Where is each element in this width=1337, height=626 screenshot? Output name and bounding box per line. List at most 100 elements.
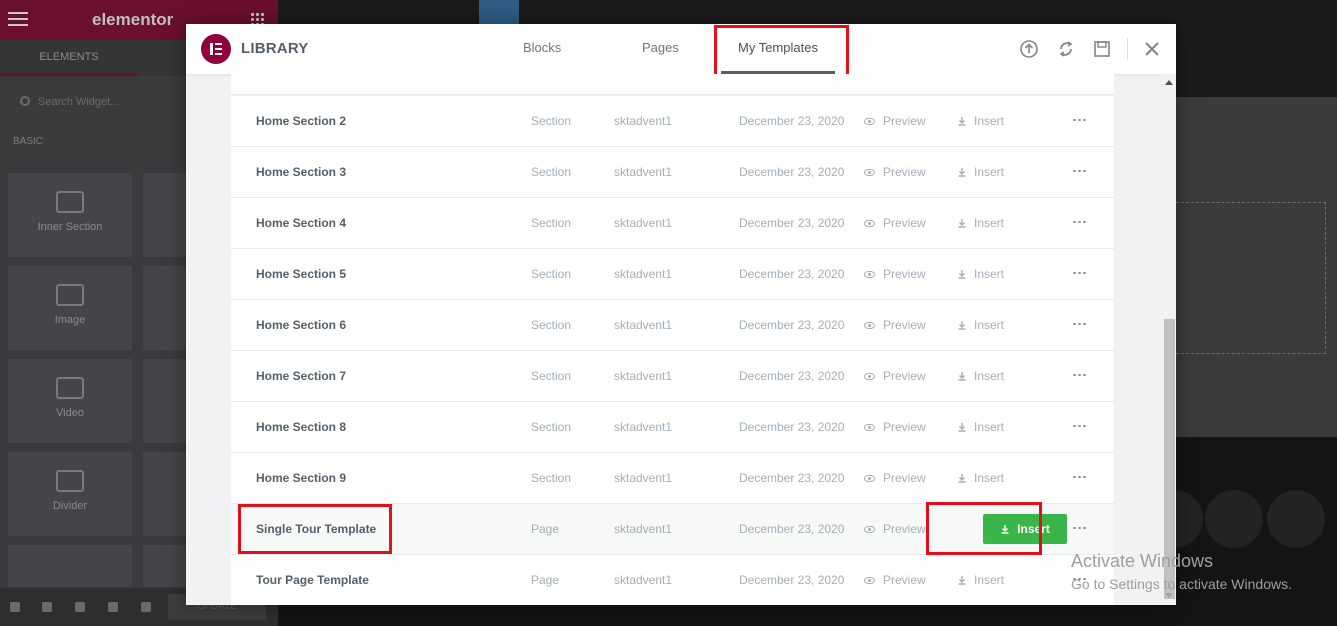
preview-button[interactable]: Preview xyxy=(864,351,926,401)
template-author: sktadvent1 xyxy=(614,114,673,128)
tab-pages[interactable]: Pages xyxy=(642,40,679,55)
widget-image[interactable]: Image xyxy=(8,266,132,350)
preview-icon[interactable] xyxy=(141,602,151,612)
insert-button[interactable]: Insert xyxy=(957,402,1004,452)
insert-button[interactable]: Insert xyxy=(957,555,1004,605)
more-options-button[interactable] xyxy=(1072,300,1088,350)
preview-button[interactable]: Preview xyxy=(864,453,926,503)
widget-divider[interactable]: Divider xyxy=(8,452,132,536)
template-row[interactable]: Home Section 2 Section sktadvent1 December … xyxy=(231,96,1114,147)
template-type: Page xyxy=(531,522,560,536)
template-name[interactable]: Tour Page Template xyxy=(256,555,369,605)
more-options-button[interactable] xyxy=(1072,402,1088,452)
responsive-icon[interactable] xyxy=(108,602,118,612)
tab-elements[interactable]: ELEMENTS xyxy=(0,40,138,76)
insert-button[interactable]: Insert xyxy=(957,96,1004,146)
save-icon[interactable] xyxy=(1091,38,1113,60)
download-icon xyxy=(958,423,966,432)
insert-button[interactable]: Insert xyxy=(957,351,1004,401)
windows-activation-watermark: Activate Windows Go to Settings to activ… xyxy=(1071,551,1292,592)
hamburger-menu-icon[interactable] xyxy=(8,12,28,28)
more-options-button[interactable] xyxy=(1072,453,1088,503)
preview-button[interactable]: Preview xyxy=(864,402,926,452)
tab-blocks[interactable]: Blocks xyxy=(523,40,561,55)
template-author: sktadvent1 xyxy=(614,318,673,332)
section-handle[interactable] xyxy=(479,0,519,26)
eye-icon xyxy=(864,169,875,176)
template-name[interactable]: Home Section 7 xyxy=(256,351,346,401)
preview-button[interactable]: Preview xyxy=(864,504,926,554)
scroll-up-arrow-icon[interactable] xyxy=(1165,80,1173,85)
preview-button[interactable]: Preview xyxy=(864,96,926,146)
insert-button[interactable]: Insert xyxy=(957,453,1004,503)
template-row[interactable]: Home Section 3 Section sktadvent1 December … xyxy=(231,147,1114,198)
template-name[interactable]: Home Section 4 xyxy=(256,198,346,248)
insert-button[interactable]: Insert xyxy=(957,300,1004,350)
close-icon[interactable] xyxy=(1141,38,1163,60)
insert-label: Insert xyxy=(974,267,1005,281)
eye-icon xyxy=(864,220,875,227)
template-name[interactable]: Home Section 5 xyxy=(256,249,346,299)
scrollbar[interactable] xyxy=(1161,74,1176,605)
preview-button[interactable]: Preview xyxy=(864,555,926,605)
more-options-button[interactable] xyxy=(1072,147,1088,197)
category-label: BASIC xyxy=(13,136,44,147)
upload-icon[interactable] xyxy=(1018,38,1040,60)
template-row[interactable]: Home Section 7 Section sktadvent1 December … xyxy=(231,351,1114,402)
download-icon xyxy=(958,117,966,126)
template-name[interactable]: Home Section 6 xyxy=(256,300,346,350)
preview-button[interactable]: Preview xyxy=(864,249,926,299)
more-options-button[interactable] xyxy=(1072,198,1088,248)
template-row[interactable]: Home Section 4 Section sktadvent1 December … xyxy=(231,198,1114,249)
download-icon xyxy=(958,219,966,228)
ellipsis-icon xyxy=(1072,118,1086,122)
template-date: December 23, 2020 xyxy=(739,216,845,230)
template-row[interactable]: Home Section 6 Section sktadvent1 December … xyxy=(231,300,1114,351)
preview-button[interactable]: Preview xyxy=(864,300,926,350)
template-date: December 23, 2020 xyxy=(739,165,845,179)
template-type: Section xyxy=(531,369,572,383)
more-options-button[interactable] xyxy=(1072,249,1088,299)
ellipsis-icon xyxy=(1072,169,1086,173)
navigator-icon[interactable] xyxy=(42,602,52,612)
search-input[interactable]: Search Widget... xyxy=(38,96,119,108)
template-name[interactable]: Home Section 9 xyxy=(256,453,346,503)
insert-button[interactable]: Insert xyxy=(957,198,1004,248)
youtube-icon[interactable] xyxy=(1205,490,1263,548)
eye-icon xyxy=(864,322,875,329)
widget-google-maps[interactable] xyxy=(8,545,132,587)
template-name[interactable]: Home Section 8 xyxy=(256,402,346,452)
ellipsis-icon xyxy=(1072,220,1086,224)
download-icon xyxy=(958,270,966,279)
insert-button[interactable]: Insert xyxy=(957,147,1004,197)
insert-button[interactable]: Insert xyxy=(957,249,1004,299)
template-row[interactable]: Home Section 9 Section sktadvent1 December … xyxy=(231,453,1114,504)
preview-button[interactable]: Preview xyxy=(864,147,926,197)
more-options-button[interactable] xyxy=(1072,96,1088,146)
more-options-button[interactable] xyxy=(1072,351,1088,401)
settings-icon[interactable] xyxy=(10,602,20,612)
template-row[interactable]: Home Section 5 Section sktadvent1 December … xyxy=(231,249,1114,300)
empty-drop-zone[interactable] xyxy=(1176,202,1326,354)
template-author: sktadvent1 xyxy=(614,420,673,434)
template-type: Section xyxy=(531,165,572,179)
template-name[interactable]: Home Section 2 xyxy=(256,96,346,146)
sync-icon[interactable] xyxy=(1055,38,1077,60)
template-name[interactable]: Home Section 3 xyxy=(256,147,346,197)
preview-button[interactable]: Preview xyxy=(864,198,926,248)
scroll-down-arrow-icon[interactable] xyxy=(1165,593,1173,598)
template-date: December 23, 2020 xyxy=(739,114,845,128)
template-date: December 23, 2020 xyxy=(739,369,845,383)
template-row[interactable]: Home Section 8 Section sktadvent1 December … xyxy=(231,402,1114,453)
widget-video[interactable]: Video xyxy=(8,359,132,443)
insert-label: Insert xyxy=(974,216,1005,230)
template-row[interactable]: Tour Page Template Page sktadvent1 December… xyxy=(231,555,1114,605)
widget-inner-section[interactable]: Inner Section xyxy=(8,173,132,257)
more-options-button[interactable] xyxy=(1072,504,1088,554)
history-icon[interactable] xyxy=(75,602,85,612)
linkedin-icon[interactable] xyxy=(1267,490,1325,548)
ellipsis-icon xyxy=(1072,271,1086,275)
watermark-line1: Activate Windows xyxy=(1071,551,1214,571)
preview-label: Preview xyxy=(883,165,926,179)
preview-label: Preview xyxy=(883,267,926,281)
